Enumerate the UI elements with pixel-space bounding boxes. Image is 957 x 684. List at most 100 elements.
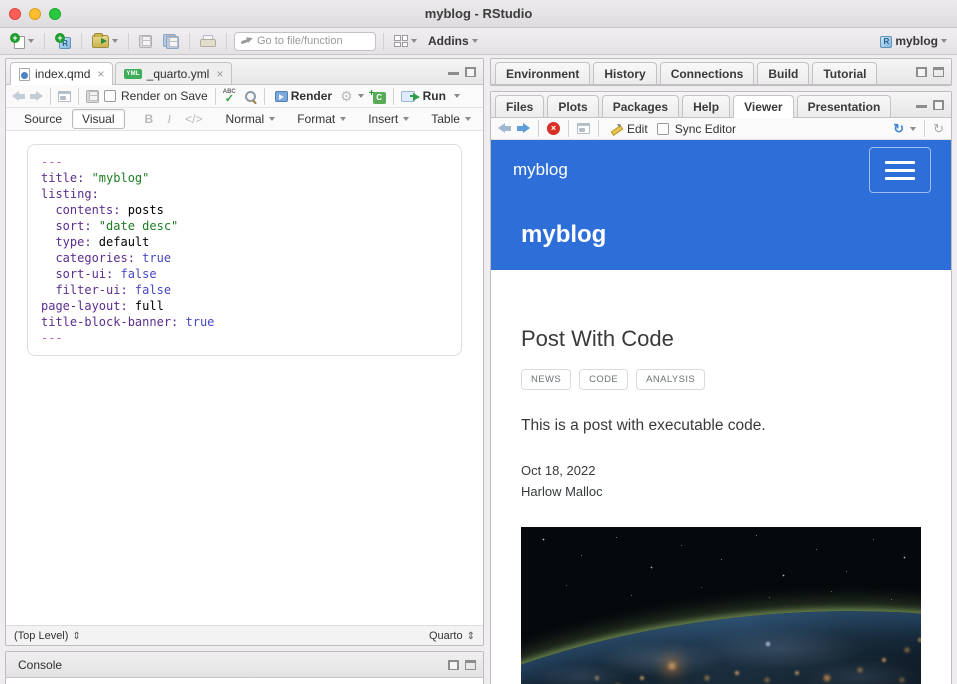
tab-help[interactable]: Help (682, 95, 730, 117)
goto-file-search[interactable] (234, 32, 376, 51)
edit-button[interactable]: Edit (607, 120, 651, 138)
tab-connections[interactable]: Connections (660, 62, 755, 84)
minimize-pane-icon[interactable] (448, 67, 459, 77)
save-icon[interactable] (86, 90, 99, 103)
restore-pane-icon[interactable] (916, 67, 927, 77)
console-body[interactable] (6, 678, 483, 684)
run-label: Run (423, 89, 446, 103)
render-button[interactable]: Render (272, 87, 335, 105)
filetype-selector[interactable]: Quarto⇕ (429, 630, 475, 642)
tab-label: index.qmd (35, 67, 90, 81)
close-tab-icon[interactable]: × (97, 67, 104, 81)
paragraph-style-dropdown[interactable]: Normal (223, 112, 279, 126)
source-mode-button[interactable]: Source (14, 109, 72, 129)
dropdown-caret-icon (472, 39, 478, 43)
editor-content[interactable]: ---title: "myblog"listing: contents: pos… (6, 131, 483, 625)
tab-plots[interactable]: Plots (547, 95, 598, 117)
maximize-pane-icon[interactable] (933, 100, 944, 110)
visual-editor-toolbar: Source Visual B I </> Normal Format Inse… (6, 108, 483, 131)
maximize-pane-icon[interactable] (465, 660, 476, 670)
tab-environment[interactable]: Environment (495, 62, 590, 84)
sync-editor-label: Sync Editor (675, 122, 736, 136)
pane-layout-button[interactable] (391, 33, 420, 49)
category-badge-code[interactable]: CODE (579, 369, 628, 390)
rstudio-window: myblog - RStudio + R+ (0, 0, 957, 684)
sort-arrows-icon: ⇕ (72, 631, 80, 642)
console-header[interactable]: Console (6, 652, 483, 678)
save-button[interactable] (136, 33, 155, 50)
bold-button[interactable]: B (141, 112, 158, 126)
restore-pane-icon[interactable] (448, 660, 459, 670)
find-replace-icon[interactable] (244, 90, 257, 103)
environment-pane: EnvironmentHistoryConnectionsBuildTutori… (490, 58, 952, 86)
table-menu[interactable]: Table (428, 112, 474, 126)
open-file-button[interactable] (89, 33, 121, 50)
post-hero-image (521, 527, 921, 684)
insert-menu[interactable]: Insert (365, 112, 412, 126)
post-excerpt: This is a post with executable code. (521, 417, 921, 435)
category-badge-analysis[interactable]: ANALYSIS (636, 369, 705, 390)
save-all-button[interactable] (160, 32, 182, 50)
tab-history[interactable]: History (593, 62, 656, 84)
minimize-window-button[interactable] (29, 8, 41, 20)
yml-file-icon: YML (124, 69, 141, 79)
category-badge-news[interactable]: NEWS (521, 369, 571, 390)
insert-chunk-button[interactable]: + C (369, 89, 386, 104)
console-pane: Console (5, 651, 484, 684)
tab-packages[interactable]: Packages (602, 95, 679, 117)
post-title-link[interactable]: Post With Code (521, 326, 921, 352)
visual-mode-button[interactable]: Visual (72, 109, 124, 129)
stop-icon[interactable]: × (547, 122, 560, 135)
editor-tab-index.qmd[interactable]: index.qmd × (10, 62, 113, 85)
viewer-forward-icon[interactable] (517, 123, 530, 134)
goto-file-input[interactable] (257, 35, 369, 47)
console-title: Console (18, 658, 62, 672)
editor-tab-_quarto.yml[interactable]: YML _quarto.yml × (115, 62, 232, 84)
new-project-button[interactable]: R+ (52, 31, 74, 51)
forward-icon[interactable] (30, 91, 43, 102)
viewer-back-icon[interactable] (498, 123, 511, 134)
format-menu[interactable]: Format (294, 112, 349, 126)
sync-editor-checkbox[interactable] (657, 123, 669, 135)
hamburger-icon (885, 161, 915, 164)
post-author: Harlow Malloc (521, 481, 921, 502)
zoom-window-button[interactable] (49, 8, 61, 20)
spellcheck-icon[interactable]: ABC ✓ (223, 89, 239, 103)
open-in-new-window-icon[interactable] (58, 91, 71, 102)
tab-tutorial[interactable]: Tutorial (812, 62, 877, 84)
project-selector[interactable]: R myblog (876, 32, 950, 50)
close-tab-icon[interactable]: × (216, 67, 223, 81)
open-in-new-window-icon[interactable] (577, 123, 590, 134)
publish-icon[interactable]: ↻ (893, 122, 904, 135)
gear-icon[interactable]: ⚙ (340, 89, 353, 103)
close-window-button[interactable] (9, 8, 21, 20)
refresh-icon[interactable]: ↻ (933, 122, 944, 135)
divider (226, 33, 227, 50)
viewer-content[interactable]: myblog myblog Post With Code NEWSCODEANA… (491, 140, 951, 684)
italic-button[interactable]: I (163, 112, 175, 127)
code-button[interactable]: </> (181, 112, 206, 126)
tab-build[interactable]: Build (757, 62, 809, 84)
maximize-pane-icon[interactable] (465, 67, 476, 77)
navbar-toggle-button[interactable] (869, 147, 931, 193)
scope-selector[interactable]: (Top Level)⇕ (14, 630, 81, 642)
blog-brand-link[interactable]: myblog (513, 160, 568, 180)
save-icon (139, 35, 152, 48)
tab-label: _quarto.yml (147, 67, 210, 81)
print-button[interactable] (197, 33, 219, 50)
render-icon (275, 91, 288, 102)
environment-tabbar: EnvironmentHistoryConnectionsBuildTutori… (491, 59, 951, 85)
minimize-pane-icon[interactable] (916, 100, 927, 110)
tab-presentation[interactable]: Presentation (797, 95, 892, 117)
run-button[interactable]: Run (401, 89, 460, 103)
maximize-pane-icon[interactable] (933, 67, 944, 77)
tab-files[interactable]: Files (495, 95, 544, 117)
render-on-save-checkbox[interactable] (104, 90, 116, 102)
back-icon[interactable] (12, 91, 25, 102)
new-file-button[interactable]: + (7, 31, 37, 51)
blog-navbar: myblog (491, 140, 951, 200)
tab-viewer[interactable]: Viewer (733, 95, 793, 118)
yaml-code[interactable]: ---title: "myblog"listing: contents: pos… (27, 144, 462, 356)
addins-button[interactable]: Addins (425, 32, 481, 50)
files-tabbar: FilesPlotsPackagesHelpViewerPresentation (491, 92, 951, 118)
